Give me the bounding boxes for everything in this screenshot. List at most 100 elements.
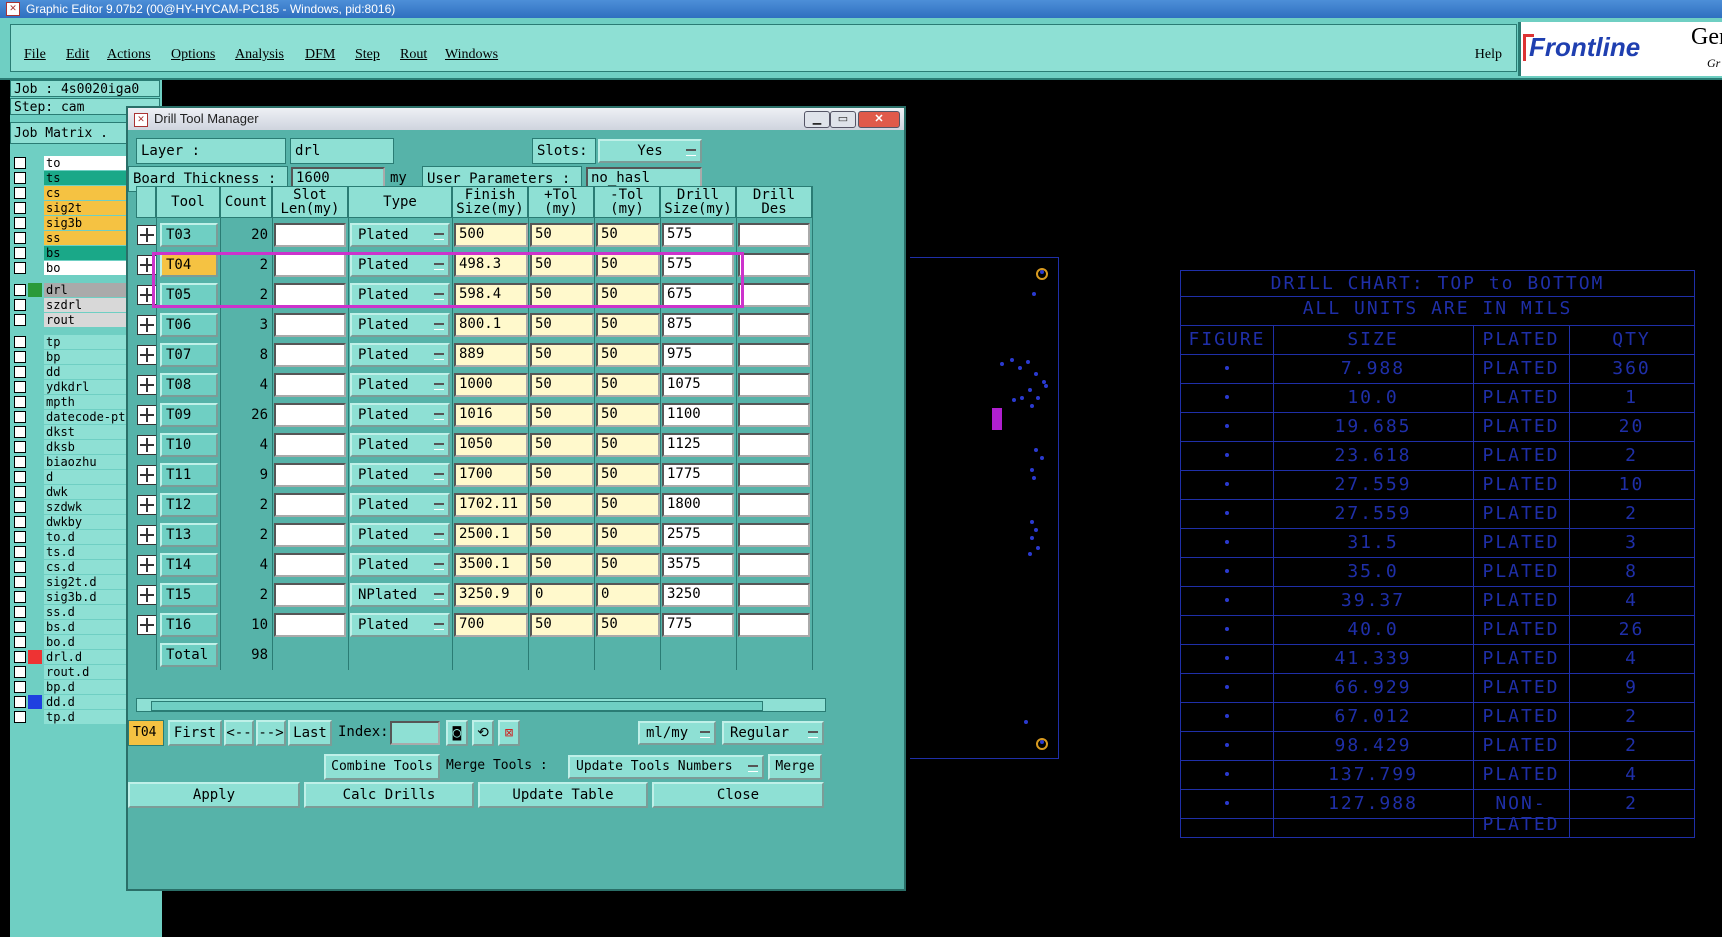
expand-icon[interactable] [137, 345, 157, 365]
layer-checkbox[interactable] [14, 187, 26, 199]
minus-tol-input[interactable]: 50 [596, 283, 660, 307]
layer-item[interactable]: ydkdrl [14, 380, 140, 394]
tool-button[interactable]: T16 [160, 613, 218, 637]
drill-des-input[interactable] [738, 313, 810, 337]
mode-select[interactable]: Regular [722, 721, 824, 745]
drill-size-input[interactable]: 1800 [662, 493, 734, 517]
expand-icon[interactable] [137, 255, 157, 275]
drill-size-input[interactable]: 1100 [662, 403, 734, 427]
plus-tol-input[interactable]: 50 [530, 253, 594, 277]
layer-checkbox[interactable] [14, 471, 26, 483]
layer-value[interactable]: drl [290, 138, 394, 164]
expand-icon[interactable] [137, 525, 157, 545]
expand-icon[interactable] [137, 285, 157, 305]
minus-tol-input[interactable]: 50 [596, 373, 660, 397]
prev-button[interactable]: <-- [224, 720, 254, 746]
delete-icon[interactable]: ⊠ [498, 720, 520, 746]
menu-analysis[interactable]: Analysis [235, 47, 284, 63]
plus-tol-input[interactable]: 50 [530, 553, 594, 577]
finish-size-input[interactable]: 1700 [454, 463, 528, 487]
layer-item[interactable]: sig3b [14, 216, 140, 230]
minus-tol-input[interactable]: 50 [596, 253, 660, 277]
menu-dfm[interactable]: DFM [305, 47, 335, 63]
layer-checkbox[interactable] [14, 591, 26, 603]
minus-tol-input[interactable]: 50 [596, 523, 660, 547]
expand-icon[interactable] [137, 315, 157, 335]
menu-step[interactable]: Step [355, 47, 380, 63]
drill-size-input[interactable]: 1125 [662, 433, 734, 457]
finish-size-input[interactable]: 598.4 [454, 283, 528, 307]
plus-tol-input[interactable]: 50 [530, 523, 594, 547]
layer-checkbox[interactable] [14, 546, 26, 558]
menu-windows[interactable]: Windows [445, 47, 498, 63]
expand-icon[interactable] [137, 225, 157, 245]
type-select[interactable]: Plated [350, 463, 450, 487]
slot-length-input[interactable] [274, 283, 346, 307]
type-select[interactable]: Plated [350, 523, 450, 547]
type-select[interactable]: Plated [350, 493, 450, 517]
menu-options[interactable]: Options [171, 47, 215, 63]
drill-des-input[interactable] [738, 283, 810, 307]
menu-file[interactable]: File [24, 47, 46, 63]
plus-tol-input[interactable]: 50 [530, 373, 594, 397]
layer-checkbox[interactable] [14, 247, 26, 259]
layer-item[interactable]: sig2t [14, 201, 140, 215]
drill-size-input[interactable]: 2575 [662, 523, 734, 547]
plus-tol-input[interactable]: 50 [530, 223, 594, 247]
drill-size-input[interactable]: 575 [662, 253, 734, 277]
tool-button[interactable]: T09 [160, 403, 218, 427]
units-select[interactable]: ml/my [638, 721, 716, 745]
slots-select[interactable]: Yes [598, 139, 702, 163]
layer-item[interactable]: sig2t.d [14, 575, 140, 589]
layer-item[interactable]: mpth [14, 395, 140, 409]
finish-size-input[interactable]: 3500.1 [454, 553, 528, 577]
layer-item[interactable]: dd [14, 365, 140, 379]
tool-button[interactable]: T14 [160, 553, 218, 577]
finish-size-input[interactable]: 800.1 [454, 313, 528, 337]
layer-item[interactable]: sig3b.d [14, 590, 140, 604]
slot-length-input[interactable] [274, 253, 346, 277]
layer-checkbox[interactable] [14, 202, 26, 214]
first-button[interactable]: First [168, 720, 222, 746]
expand-icon[interactable] [137, 465, 157, 485]
drill-size-input[interactable]: 3575 [662, 553, 734, 577]
plus-tol-input[interactable]: 50 [530, 283, 594, 307]
expand-icon[interactable] [137, 615, 157, 635]
layer-checkbox[interactable] [14, 636, 26, 648]
layer-checkbox[interactable] [14, 172, 26, 184]
layer-item[interactable]: ss [14, 231, 140, 245]
calc-drills-button[interactable]: Calc Drills [304, 782, 474, 808]
tool-button[interactable]: T04 [160, 253, 218, 277]
layer-item[interactable]: bs [14, 246, 140, 260]
plus-tol-input[interactable]: 50 [530, 313, 594, 337]
layer-item[interactable]: datecode-pt [14, 410, 140, 424]
drill-size-input[interactable]: 875 [662, 313, 734, 337]
slot-length-input[interactable] [274, 553, 346, 577]
scrollbar-thumb[interactable] [151, 701, 763, 711]
layer-item[interactable]: ts [14, 171, 140, 185]
type-select[interactable]: Plated [350, 283, 450, 307]
tool-button[interactable]: T06 [160, 313, 218, 337]
plus-tol-input[interactable]: 50 [530, 343, 594, 367]
layer-checkbox[interactable] [14, 441, 26, 453]
finish-size-input[interactable]: 889 [454, 343, 528, 367]
layer-checkbox[interactable] [14, 411, 26, 423]
maximize-button[interactable]: ▭ [830, 111, 856, 128]
layer-checkbox[interactable] [14, 157, 26, 169]
tool-button[interactable]: T05 [160, 283, 218, 307]
plus-tol-input[interactable]: 50 [530, 463, 594, 487]
layer-checkbox[interactable] [14, 232, 26, 244]
slot-length-input[interactable] [274, 463, 346, 487]
slot-length-input[interactable] [274, 583, 346, 607]
index-input[interactable] [390, 721, 440, 745]
slot-length-input[interactable] [274, 223, 346, 247]
layer-item[interactable]: dwk [14, 485, 140, 499]
type-select[interactable]: Plated [350, 433, 450, 457]
drill-des-input[interactable] [738, 463, 810, 487]
layer-item[interactable]: ts.d [14, 545, 140, 559]
horizontal-scrollbar[interactable] [136, 698, 826, 712]
type-select[interactable]: Plated [350, 253, 450, 277]
drill-des-input[interactable] [738, 403, 810, 427]
expand-icon[interactable] [137, 495, 157, 515]
layer-item[interactable]: to.d [14, 530, 140, 544]
